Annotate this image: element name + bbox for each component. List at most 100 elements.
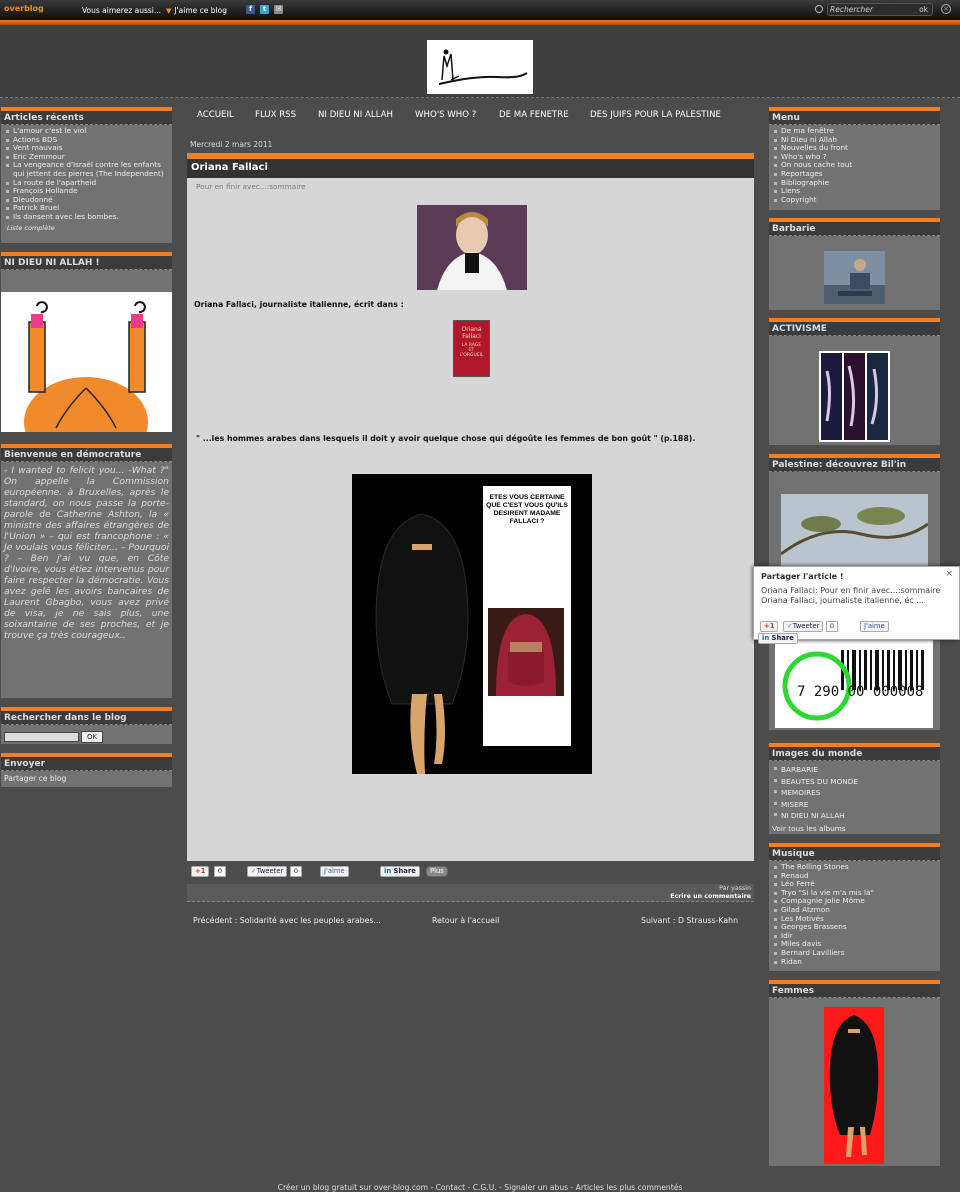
popup-tweet-count: 0 [826, 621, 838, 632]
democrature-text: - I wanted to felicit you... -What ?" On… [4, 465, 169, 641]
nav-item-whoswho[interactable]: WHO'S WHO ? [415, 110, 476, 120]
tweet-count: 0 [290, 866, 302, 877]
popup-fb-like-button[interactable]: J'aime [860, 621, 889, 632]
gplus-count: 0 [214, 866, 226, 877]
musique-list: The Rolling Stones Renaud Léo Ferré Tryo… [769, 861, 940, 968]
ndna-title: NI DIEU NI ALLAH ! [1, 256, 172, 270]
linkedin-share-button[interactable]: in Share [380, 866, 420, 877]
menu-box: Menu De ma fenêtre Ni Dieu ni Allah Nouv… [769, 107, 940, 210]
linkedin-label: Share [393, 867, 416, 875]
linkedin-icon: in [762, 634, 772, 642]
recent-articles-title: Articles récents [1, 111, 172, 125]
popup-tweet-label: Tweeter [792, 622, 820, 630]
author-label: Par yassin [719, 885, 751, 892]
you-may-like-link[interactable]: Vous aimerez aussi... [82, 6, 161, 15]
full-list-link[interactable]: Liste complète [1, 224, 172, 232]
facebook-icon[interactable]: f [246, 5, 255, 14]
album-item[interactable]: NI DIEU NI ALLAH [773, 810, 936, 822]
popup-linkedin-button[interactable]: in Share [758, 633, 798, 644]
share-popup-line2: Oriana Fallaci, journaliste italienne, é… [761, 596, 924, 605]
popup-linkedin-label: Share [771, 634, 794, 642]
album-item[interactable]: MEMOIRES [773, 787, 936, 799]
write-comment-link[interactable]: Ecrire un commentaire [190, 893, 751, 901]
like-blog-link[interactable]: ▼ J'aime ce blog [166, 6, 227, 15]
blog-search-button[interactable]: OK [81, 731, 103, 743]
album-item[interactable]: MISERE [773, 799, 936, 811]
book-title-3: L'ORGUEIL [459, 353, 484, 358]
book-author-2: Fallaci [462, 333, 481, 340]
share-blog-link[interactable]: Partager ce blog [1, 771, 172, 786]
blog-search-input[interactable] [4, 732, 79, 742]
send-title: Envoyer [1, 757, 172, 771]
barcode-digits: 7 290 00 000008 [797, 684, 923, 700]
popup-close-icon[interactable]: × [945, 569, 953, 579]
close-icon[interactable]: × [941, 4, 951, 14]
next-article-link[interactable]: Suivant : D Strauss-Kahn [641, 916, 738, 925]
prev-article-link[interactable]: Précédent : Solidarité avec les peuples … [193, 916, 381, 925]
nav-item-rss[interactable]: FLUX RSS [255, 110, 296, 120]
overblog-logo[interactable]: overblog [4, 4, 44, 13]
share-popup: Partager l'article ! × Oriana Fallaci: P… [753, 566, 960, 640]
email-icon[interactable]: ✉ [274, 5, 283, 14]
article-title[interactable]: Oriana Fallaci [187, 159, 754, 178]
album-item[interactable]: BEAUTES DU MONDE [773, 776, 936, 788]
home-link[interactable]: Retour à l'accueil [432, 916, 499, 925]
nav-item-ndna[interactable]: NI DIEU NI ALLAH [318, 110, 393, 120]
blog-search-box: Rechercher dans le blog OK [1, 707, 172, 744]
femmes-title: Femmes [769, 984, 940, 998]
search-input[interactable]: Rechercher ok [827, 3, 933, 16]
ndna-box: NI DIEU NI ALLAH ! [1, 252, 172, 432]
article-date: Mercredi 2 mars 2011 [190, 140, 273, 149]
ndna-cartoon[interactable] [1, 292, 172, 432]
democrature-box: Bienvenue en démocrature - I wanted to f… [1, 444, 172, 698]
fb-like-button[interactable]: J'aime [320, 866, 349, 877]
music-item[interactable]: Ridan [773, 957, 936, 967]
democrature-title: Bienvenue en démocrature [1, 448, 172, 462]
top-bar: overblog Vous aimerez aussi... ▼ J'aime c… [0, 0, 960, 20]
search-icon [815, 5, 823, 13]
fallaci-portrait [417, 205, 527, 290]
page-footer[interactable]: Créer un blog gratuit sur over-blog.com … [0, 1183, 960, 1192]
twitter-icon[interactable]: t [260, 5, 269, 14]
article-footer: Par yassin Ecrire un commentaire [187, 884, 754, 902]
gplus-button[interactable]: +1 [191, 866, 210, 877]
nav-item-juifs[interactable]: DES JUIFS POUR LA PALESTINE [590, 110, 721, 120]
menu-list: De ma fenêtre Ni Dieu ni Allah Nouvelles… [769, 125, 940, 206]
nav-item-fenetre[interactable]: DE MA FENETRE [499, 110, 569, 120]
tweet-button[interactable]: ✓Tweeter [247, 866, 288, 877]
burqa-figure [375, 513, 469, 774]
poster-image[interactable]: ETES VOUS CERTAINE QUE C'EST VOUS QU'ILS… [352, 474, 592, 774]
femmes-photo[interactable] [824, 1007, 884, 1164]
popup-gplus-button[interactable]: +1 [760, 621, 779, 632]
blog-banner[interactable] [427, 40, 533, 94]
music-item[interactable]: Georges Brassens [773, 923, 936, 932]
list-item[interactable]: La vengeance d'Israël contre les enfants… [5, 161, 168, 178]
activisme-title: ACTIVISME [769, 322, 940, 336]
search-ok-button[interactable]: ok [919, 5, 928, 14]
book-cover[interactable]: Oriana Fallaci LA RAGE ET L'ORGUEIL [453, 320, 490, 377]
list-item[interactable]: Ils dansent avec les bombes. [5, 212, 168, 222]
barbarie-photo[interactable] [824, 251, 885, 304]
activisme-poster[interactable] [819, 351, 890, 442]
popup-tweet-button[interactable]: ✓Tweeter [783, 621, 824, 632]
share-popup-title: Partager l'article ! [761, 572, 844, 581]
album-item[interactable]: BARBARIE [773, 764, 936, 776]
poster-text: ETES VOUS CERTAINE QUE C'EST VOUS QU'ILS… [486, 494, 568, 525]
barcode-image[interactable]: 7 290 00 000008 [775, 636, 933, 728]
barbarie-title: Barbarie [769, 222, 940, 236]
nav-item-accueil[interactable]: ACCUEIL [197, 110, 234, 120]
share-popup-line1: Oriana Fallaci: Pour en finir avec...:so… [761, 586, 941, 595]
blog-search-title: Rechercher dans le blog [1, 711, 172, 725]
all-albums-link[interactable]: Voir tous les albums [769, 824, 940, 833]
article-intro: Oriana Fallaci, journaliste italienne, é… [194, 300, 404, 309]
menu-item[interactable]: Copyright [773, 195, 936, 205]
more-share-button[interactable]: Plus [426, 866, 448, 877]
recent-articles-list: L'amour c'est le viol Actions BDS Vent m… [1, 125, 172, 224]
bilin-photo[interactable] [781, 494, 928, 574]
musique-title: Musique [769, 847, 940, 861]
article-subtitle-link[interactable]: Pour en finir avec...:sommaire [187, 178, 754, 195]
search-placeholder: Rechercher [830, 5, 873, 14]
barbarie-box: Barbarie [769, 218, 940, 310]
barcode-drawing: 7 290 00 000008 [782, 650, 924, 721]
images-title: Images du monde [769, 747, 940, 761]
